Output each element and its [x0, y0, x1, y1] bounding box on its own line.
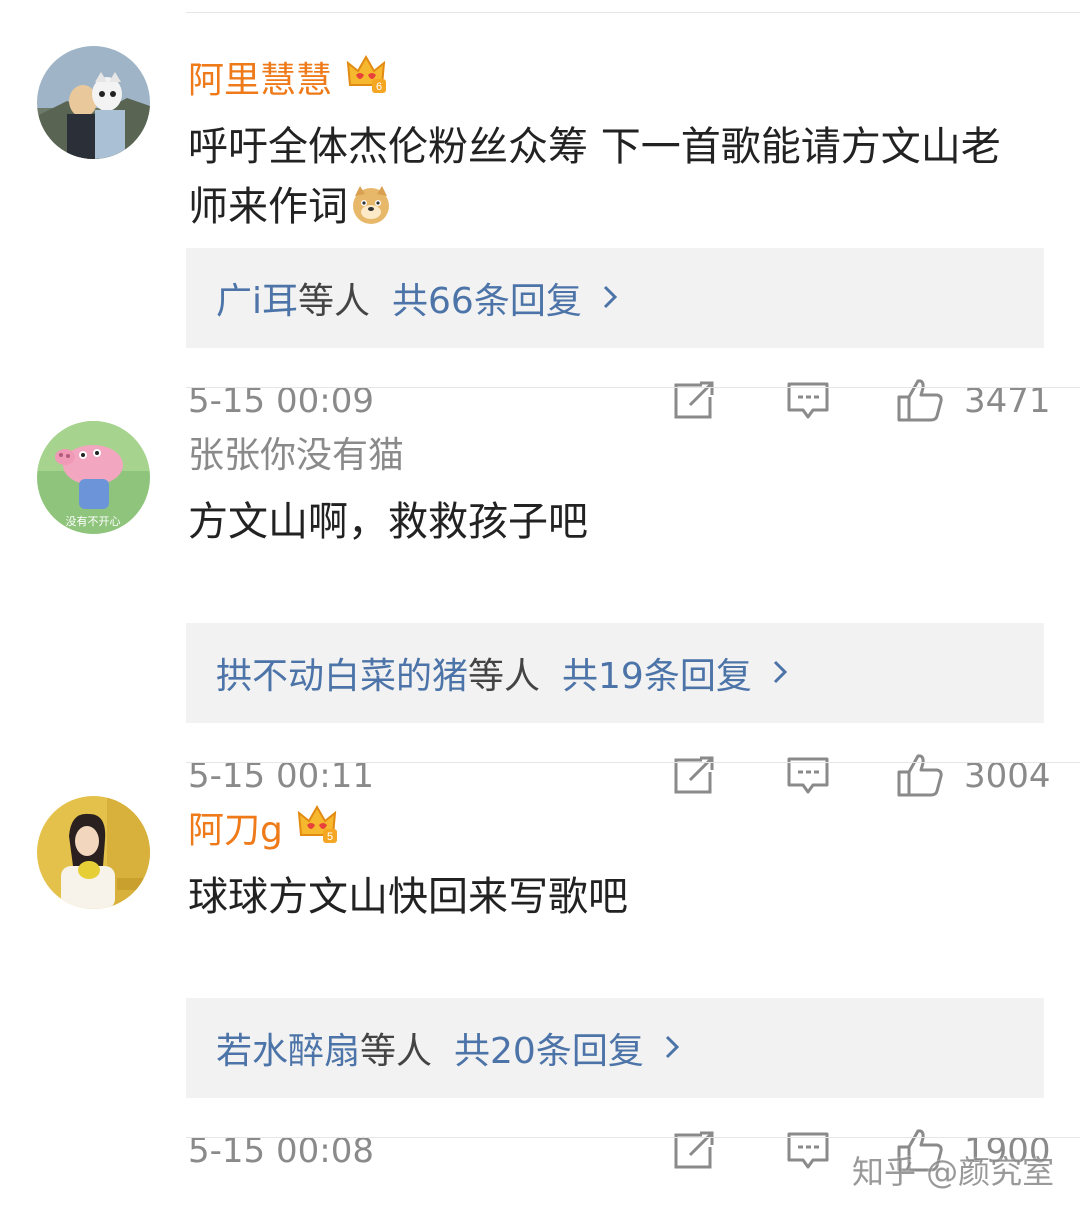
chevron-right-icon — [602, 278, 618, 319]
reply-count[interactable]: 共20条回复 — [454, 1022, 644, 1074]
vip-level: 6 — [376, 81, 382, 93]
reply-user[interactable]: 广i耳 — [216, 272, 298, 324]
username[interactable]: 阿里慧慧 6 — [188, 53, 388, 109]
reply-etc: 等人 — [298, 281, 371, 322]
comment-item: 阿里慧慧 6 呼吁全体杰伦粉丝众筹 下一首歌能请方文山老师来作词 广i耳 等人 … — [0, 13, 1080, 422]
username-text: 阿刀g — [188, 810, 283, 851]
timestamp: 5-15 00:08 — [188, 1131, 374, 1171]
comment-item: 没有不开心 张张你没有猫 方文山啊，救救孩子吧 拱不动白菜的猪 等人 共19条回… — [0, 388, 1080, 797]
reply-count[interactable]: 共66条回复 — [392, 272, 582, 324]
reply-count[interactable]: 共19条回复 — [562, 647, 752, 699]
replies-preview[interactable]: 拱不动白菜的猪 等人 共19条回复 — [186, 623, 1044, 723]
comment-text-content: 呼吁全体杰伦粉丝众筹 下一首歌能请方文山老师来作词 — [188, 124, 1001, 230]
vip-level: 5 — [327, 831, 333, 843]
username[interactable]: 阿刀g 5 — [188, 803, 339, 859]
avatar[interactable] — [37, 46, 150, 159]
comment-text-content: 方文山啊，救救孩子吧 — [188, 499, 588, 545]
avatar[interactable]: 没有不开心 — [37, 421, 150, 534]
crown-vip-icon: 6 — [344, 51, 388, 112]
username-text: 阿里慧慧 — [188, 60, 333, 101]
username-text: 张张你没有猫 — [188, 435, 405, 476]
comment-item: 阿刀g 5 球球方文山快回来写歌吧 若水醉扇 等人 共20条回复 5-15 00… — [0, 763, 1080, 1172]
chevron-right-icon — [664, 1028, 680, 1069]
reply-etc: 等人 — [360, 1031, 433, 1072]
replies-preview[interactable]: 广i耳 等人 共66条回复 — [186, 248, 1044, 348]
replies-preview[interactable]: 若水醉扇 等人 共20条回复 — [186, 998, 1044, 1098]
reply-user[interactable]: 拱不动白菜的猪 — [216, 647, 468, 699]
doge-emoji — [350, 183, 392, 243]
watermark: 知乎 @颜究室 — [852, 1153, 1055, 1191]
reply-etc: 等人 — [468, 656, 541, 697]
comment-text: 呼吁全体杰伦粉丝众筹 下一首歌能请方文山老师来作词 — [188, 117, 1028, 243]
avatar-caption: 没有不开心 — [66, 514, 121, 528]
avatar[interactable] — [37, 796, 150, 909]
chevron-right-icon — [772, 653, 788, 694]
comment-text: 球球方文山快回来写歌吧 — [188, 867, 1028, 927]
username[interactable]: 张张你没有猫 — [188, 428, 404, 484]
crown-vip-icon: 5 — [295, 801, 339, 862]
comment-text-content: 球球方文山快回来写歌吧 — [188, 874, 628, 920]
comment-text: 方文山啊，救救孩子吧 — [188, 492, 1028, 552]
reply-user[interactable]: 若水醉扇 — [216, 1022, 360, 1074]
divider — [186, 1137, 1080, 1138]
